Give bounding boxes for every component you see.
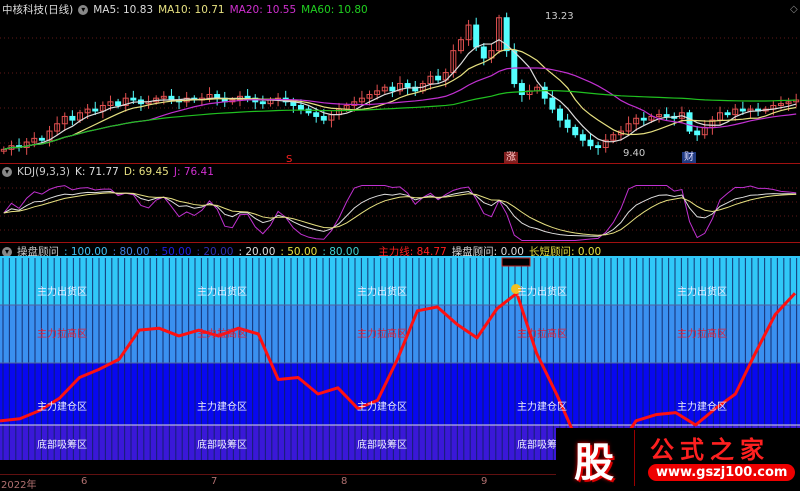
- zone-label-upper: 主力拉高区: [357, 329, 407, 340]
- kdj-k: K: 71.77: [74, 166, 119, 178]
- chevron-down-icon[interactable]: ▾: [2, 167, 12, 177]
- zone-label-mid: 主力建仓区: [37, 402, 87, 413]
- candle: [663, 114, 670, 117]
- candle: [38, 137, 45, 141]
- candle: [435, 75, 442, 81]
- zone-label-top: 主力出货区: [677, 287, 727, 298]
- candle: [389, 86, 396, 92]
- candle: [557, 108, 563, 121]
- candle: [640, 117, 647, 121]
- zone-label-top: 主力出货区: [197, 287, 247, 298]
- signal-s-marker[interactable]: S: [284, 154, 294, 166]
- diamond-icon: ◇: [790, 4, 798, 15]
- zone-label-upper: 主力拉高区: [197, 329, 247, 340]
- zone-label-upper: 主力拉高区: [517, 329, 567, 340]
- candle: [739, 108, 746, 112]
- ma60-line: [3, 90, 797, 150]
- zone-label-upper: 主力拉高区: [677, 329, 727, 340]
- axis-month-8: 8: [341, 476, 348, 487]
- zone-label-top: 主力出货区: [517, 287, 567, 298]
- watermark-logo: 股 公式之家 www.gszj100.com: [556, 428, 800, 488]
- logo-name: 公式之家: [650, 436, 770, 464]
- candle: [320, 115, 327, 121]
- candle: [69, 115, 76, 121]
- zone-label-mid: 主力建仓区: [677, 402, 727, 413]
- zone-label-bottom: 底部吸筹区: [197, 440, 247, 451]
- candle: [572, 126, 579, 136]
- candle: [518, 83, 525, 96]
- kdj-d-line: [3, 192, 797, 236]
- candle: [694, 130, 701, 136]
- current-marker: [501, 257, 531, 267]
- axis-month-6: 6: [81, 476, 88, 487]
- candle: [473, 24, 480, 48]
- candle: [564, 119, 571, 128]
- zone-label-top: 主力出货区: [37, 287, 87, 298]
- zone-label-mid: 主力建仓区: [517, 402, 567, 413]
- candle: [92, 108, 99, 112]
- zone-label-mid: 主力建仓区: [357, 402, 407, 413]
- candle: [686, 112, 693, 132]
- kdj-header: ▾ KDJ(9,3,3) K: 71.77 D: 69.45 J: 76.41: [2, 166, 214, 178]
- low-label: 9.40: [623, 148, 646, 159]
- zone-label-top: 主力出货区: [357, 287, 407, 298]
- zone-label-bottom: 底部吸筹区: [357, 440, 407, 451]
- logo-url: www.gszj100.com: [648, 464, 796, 481]
- price-chart[interactable]: ◇: [0, 0, 800, 163]
- candle: [130, 97, 137, 101]
- candle: [404, 83, 411, 88]
- panel-divider: [0, 242, 800, 243]
- chevron-down-icon[interactable]: ▾: [2, 246, 12, 257]
- candle: [511, 50, 518, 85]
- candle: [579, 134, 586, 141]
- kdj-d: D: 69.45: [123, 166, 169, 178]
- panel-divider: [0, 163, 800, 164]
- logo-glyph: 股: [574, 440, 614, 486]
- candle: [587, 139, 594, 147]
- candle: [724, 112, 731, 116]
- ma10-line: [3, 48, 797, 150]
- kdj-chart[interactable]: [0, 180, 800, 242]
- high-label: 13.23: [545, 11, 574, 22]
- kdj-name: KDJ(9,3,3): [17, 166, 70, 178]
- candle: [549, 97, 556, 110]
- axis-year: 2022年: [1, 480, 37, 491]
- candle: [480, 46, 487, 59]
- zone-label-upper: 主力拉高区: [37, 329, 87, 340]
- axis-month-7: 7: [211, 476, 218, 487]
- kdj-j: J: 76.41: [173, 166, 214, 178]
- candle: [297, 104, 304, 110]
- zone-label-mid: 主力建仓区: [197, 402, 247, 413]
- candle: [595, 145, 602, 149]
- candle: [313, 112, 320, 117]
- candle: [115, 101, 122, 106]
- candle: [259, 101, 266, 105]
- zone-label-bottom: 底部吸筹区: [37, 440, 87, 451]
- axis-month-9: 9: [481, 476, 488, 487]
- candle: [244, 95, 251, 99]
